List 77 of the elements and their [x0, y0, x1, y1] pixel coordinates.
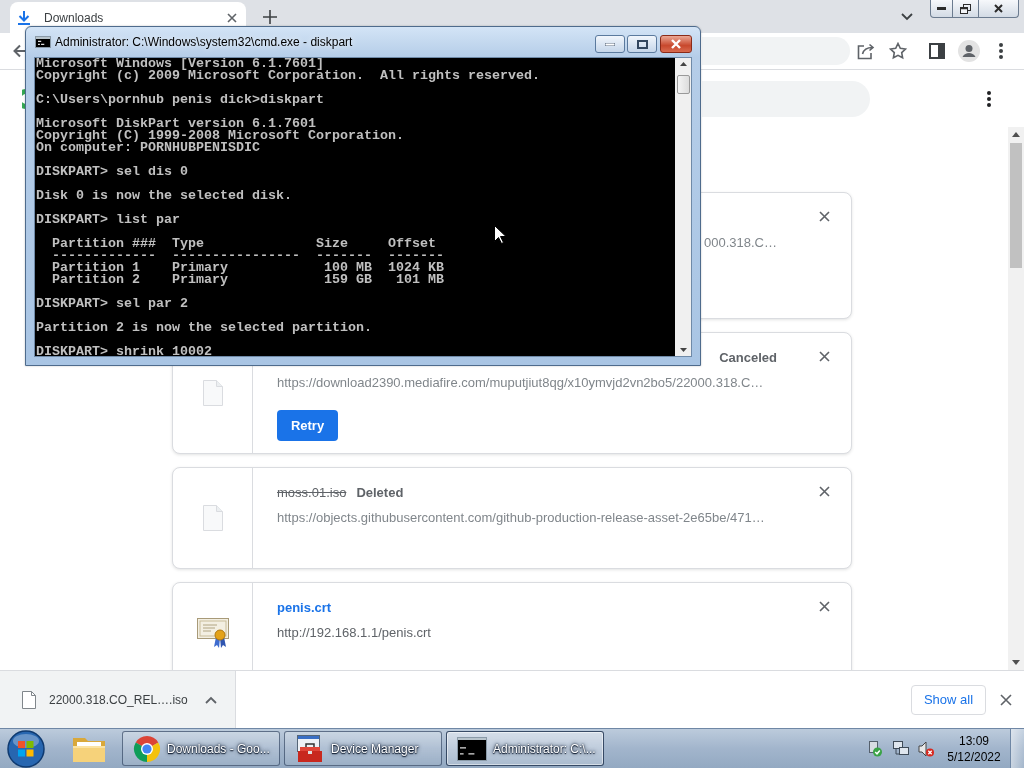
restore-button[interactable]	[953, 0, 979, 18]
star-icon[interactable]	[889, 42, 907, 60]
close-icon	[671, 39, 681, 49]
chevron-down-icon[interactable]	[901, 12, 913, 21]
close-icon[interactable]	[819, 351, 830, 362]
up-arrow-icon[interactable]	[1012, 132, 1020, 137]
search-field[interactable]	[702, 80, 870, 117]
network-icon[interactable]	[893, 740, 909, 757]
download-item[interactable]: 22000.318.CO_REL….iso	[0, 671, 236, 728]
scrollbar-thumb[interactable]	[676, 75, 690, 94]
restore-icon	[960, 3, 971, 14]
browser-icon[interactable]	[133, 734, 161, 763]
minimize-icon	[937, 7, 946, 10]
console-icon	[35, 36, 51, 48]
share-icon[interactable]	[857, 42, 875, 60]
download-filename: 22000.318.CO_REL….iso	[49, 692, 188, 707]
new-tab-icon[interactable]	[263, 9, 277, 24]
side-panel-icon[interactable]	[929, 43, 945, 59]
close-icon[interactable]	[819, 486, 830, 497]
file-icon	[22, 690, 36, 709]
retry-button[interactable]: Retry	[277, 410, 338, 441]
scrollbar[interactable]	[1008, 127, 1024, 670]
chevron-up-icon[interactable]	[205, 695, 217, 704]
clock-time: 13:09	[959, 732, 989, 749]
close-button[interactable]	[979, 0, 1019, 18]
up-arrow-icon[interactable]	[679, 62, 687, 66]
console-output: Microsoft DiskPart version 6.1.7601 Copyright (C) 1999-2008 Microsoft Corporation. On computer: PORNHUBPENISDIC	[36, 118, 404, 154]
close-icon[interactable]	[819, 601, 830, 612]
profile-icon[interactable]	[958, 40, 980, 62]
file-name: moss.01.iso	[277, 484, 347, 500]
console-output: DISKPART> sel par 2	[36, 298, 188, 310]
maximize-icon	[636, 39, 648, 49]
menu-icon[interactable]	[999, 43, 1003, 59]
scrollbar[interactable]	[675, 58, 691, 356]
down-arrow-icon[interactable]	[1012, 660, 1020, 665]
close-icon[interactable]	[227, 12, 237, 23]
down-arrow-icon[interactable]	[679, 348, 687, 352]
minimize-button[interactable]	[930, 0, 953, 18]
console-output: Microsoft Windows [Version 6.1.7601] Copyright (c) 2009 Microsoft Corporation. All rights reserved.	[36, 58, 540, 82]
muted-speaker-icon[interactable]	[918, 740, 934, 757]
address-field[interactable]	[702, 37, 850, 65]
device-check-icon[interactable]	[868, 740, 882, 757]
mouse-pointer-icon	[494, 225, 506, 244]
file-link[interactable]: penis.crt	[277, 599, 332, 615]
close-icon[interactable]	[1000, 693, 1012, 706]
toolbox-icon[interactable]	[295, 733, 325, 764]
maximize-button[interactable]	[627, 35, 657, 53]
show-desktop-button[interactable]	[1010, 729, 1024, 768]
minimize-icon	[605, 42, 615, 46]
console-output: Partition ### Type Size Offset ------------- ---------------- ------- ------- Partition 1 Primary 100 MB 1024 KB Partition 2 Primary 159 GB 101 MB	[51, 238, 444, 286]
console-output: Disk 0 is now the selected disk.	[36, 190, 292, 202]
download-url: https://download2390.mediafire.com/muputjiut8qg/x10ymvjd2vn2bo5/22000.318.C…	[277, 374, 764, 392]
status-label: Deleted	[356, 484, 404, 500]
close-icon[interactable]	[819, 211, 830, 222]
certificate-icon	[196, 618, 229, 648]
console-icon[interactable]	[457, 736, 487, 761]
console-output: DISKPART> shrink 10002	[36, 346, 212, 358]
close-icon	[994, 4, 1003, 13]
file-icon	[202, 380, 223, 406]
close-button[interactable]	[660, 35, 692, 53]
download-url: http://192.168.1.1/penis.crt	[277, 624, 431, 642]
file-icon	[202, 505, 223, 531]
start-orb-icon[interactable]	[6, 729, 46, 768]
menu-icon[interactable]	[987, 90, 991, 107]
status-label: Canceled	[719, 349, 777, 365]
download-url: 000.318.C…	[704, 234, 777, 252]
console-output: Partition 2 is now the selected partition.	[36, 322, 372, 334]
show-all-button[interactable]: Show all	[911, 684, 986, 715]
console-output: DISKPART> list par	[36, 214, 180, 226]
window-title: Administrator: C:\Windows\system32\cmd.exe - diskpart	[55, 35, 353, 49]
download-icon	[18, 10, 30, 25]
clock-date: 5/12/2022	[947, 748, 1001, 765]
back-arrow-icon[interactable]	[13, 44, 25, 58]
scrollbar-thumb[interactable]	[1010, 143, 1022, 268]
download-url: https://objects.githubusercontent.com/github-production-release-asset-2e65be/471…	[277, 509, 765, 527]
console-output: C:\Users\pornhub penis dick>diskpart	[36, 94, 324, 106]
console-output: DISKPART> sel dis 0	[36, 166, 188, 178]
